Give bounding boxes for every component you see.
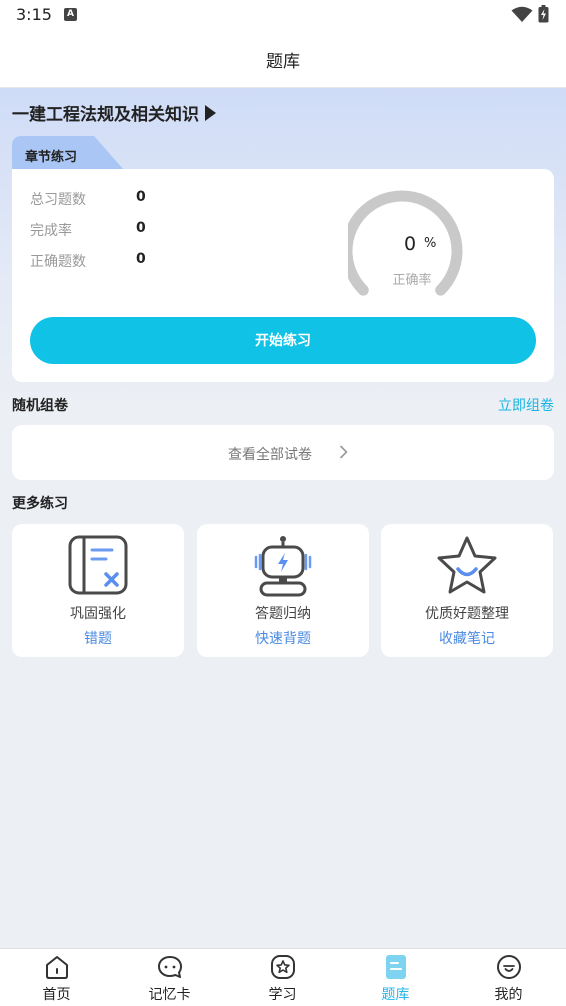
accuracy-value: 0 (404, 233, 417, 255)
status-bar: 3:15 A (0, 0, 566, 28)
wrong-notebook-icon (68, 535, 128, 595)
practice-card-reinforce[interactable]: 巩固强化 错题 (12, 524, 184, 657)
nav-study[interactable]: 学习 (226, 949, 339, 1006)
subject-name: 一建工程法规及相关知识 (12, 105, 199, 125)
app-bar: 题库 (0, 28, 566, 88)
practice-card-favorites[interactable]: 优质好题整理 收藏笔记 (381, 524, 553, 657)
stat-value: 0 (136, 189, 146, 205)
stat-label: 完成率 (30, 223, 72, 239)
accuracy-label: 正确率 (392, 273, 432, 288)
triangle-right-icon (205, 104, 216, 121)
nav-home[interactable]: 首页 (0, 949, 113, 1006)
profile-face-icon (497, 955, 521, 979)
home-icon (46, 956, 68, 979)
question-bank-icon (386, 955, 406, 979)
nav-memory-cards[interactable]: 记忆卡 (113, 949, 226, 1006)
tab-chapter-practice[interactable]: 章节练习 (12, 136, 124, 170)
practice-card-summary[interactable]: 答题归纳 快速背题 (197, 524, 369, 657)
quick-review-link[interactable]: 快速背题 (197, 628, 369, 648)
accuracy-unit: % (424, 236, 437, 251)
status-time: 3:15 (16, 5, 52, 24)
tab-chapter-label: 章节练习 (25, 150, 78, 165)
start-practice-button[interactable]: 开始练习 (30, 317, 536, 364)
stat-value: 0 (136, 251, 146, 267)
bottom-navigation: 首页 记忆卡 学习 题库 我的 (0, 948, 566, 1006)
nav-label: 我的 (494, 987, 523, 1003)
nav-label: 记忆卡 (148, 987, 191, 1003)
chapter-practice-card: 总习题数 0 完成率 0 正确题数 0 0 % 正确率 开始练习 (12, 169, 554, 382)
stat-value: 0 (136, 220, 146, 236)
subject-selector[interactable]: 一建工程法规及相关知识 (12, 100, 216, 125)
nav-label: 学习 (268, 987, 297, 1003)
star-badge-icon (271, 955, 295, 979)
battery-icon (538, 5, 549, 23)
view-all-papers-button[interactable]: 查看全部试卷 (12, 425, 554, 480)
notification-a-icon: A (64, 8, 77, 21)
view-all-papers-label: 查看全部试卷 (228, 447, 312, 463)
wifi-icon (511, 6, 533, 22)
card-title: 优质好题整理 (425, 606, 509, 622)
nav-question-bank[interactable]: 题库 (339, 949, 452, 1006)
more-practice-title: 更多练习 (12, 496, 68, 512)
page-title: 题库 (266, 52, 300, 72)
stat-label: 正确题数 (30, 254, 86, 270)
chat-bubble-icon (158, 956, 182, 978)
nav-label: 首页 (42, 987, 71, 1003)
chevron-right-icon (339, 445, 348, 459)
stat-label: 总习题数 (30, 192, 86, 208)
random-paper-title: 随机组卷 (12, 398, 68, 414)
card-title: 答题归纳 (255, 606, 311, 622)
card-title: 巩固强化 (70, 606, 126, 622)
robot-icon (254, 536, 312, 597)
favorite-notes-link[interactable]: 收藏笔记 (381, 628, 553, 648)
nav-profile[interactable]: 我的 (452, 949, 565, 1006)
generate-paper-link[interactable]: 立即组卷 (498, 395, 554, 415)
wrong-questions-link[interactable]: 错题 (12, 628, 184, 648)
star-icon (437, 536, 497, 594)
nav-label: 题库 (381, 987, 410, 1003)
